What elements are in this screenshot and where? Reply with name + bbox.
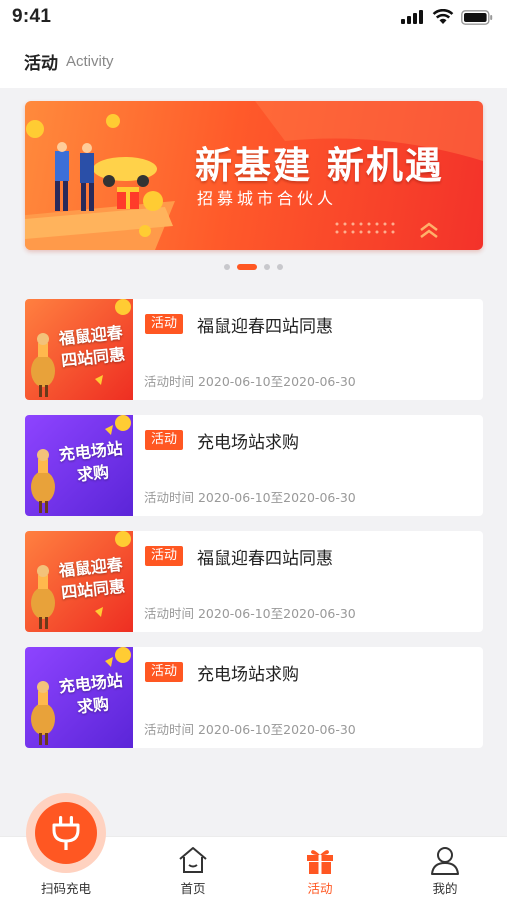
battery-icon: [461, 9, 493, 25]
activity-thumbnail: 福鼠迎春四站同惠: [25, 299, 133, 400]
status-time: 9:41: [12, 6, 52, 27]
banner-subtitle: 招募城市合伙人: [197, 189, 338, 208]
user-icon: [431, 847, 459, 875]
activity-tag: 活动: [145, 314, 184, 334]
banner-title: 新基建 新机遇: [195, 144, 444, 187]
activity-tag: 活动: [145, 546, 184, 566]
activity-card[interactable]: 充电场站求购 活动 充电场站求购 活动时间 2020-06-10至2020-06…: [25, 415, 483, 516]
home-icon: [179, 847, 207, 873]
plug-icon: [52, 816, 80, 850]
promo-banner[interactable]: 新基建 新机遇 招募城市合伙人: [25, 101, 483, 250]
activity-tag: 活动: [145, 662, 184, 682]
page-header: 活动 Activity: [0, 34, 507, 88]
pager-dot[interactable]: [277, 264, 283, 270]
tab-label: 扫码充电: [40, 881, 91, 896]
activity-tag: 活动: [145, 430, 184, 450]
activity-card[interactable]: 充电场站求购 活动 充电场站求购 活动时间 2020-06-10至2020-06…: [25, 647, 483, 748]
wifi-icon: [432, 9, 454, 24]
page-title: 活动: [24, 53, 58, 74]
status-icons: [401, 9, 493, 25]
activity-time: 活动时间 2020-06-10至2020-06-30: [144, 722, 356, 737]
thumbnail-caption: 充电场站求购: [57, 670, 124, 717]
status-bar: 9:41: [0, 0, 507, 34]
page-subtitle: Activity: [66, 52, 114, 70]
activity-time: 活动时间 2020-06-10至2020-06-30: [144, 606, 356, 621]
tab-label: 活动: [307, 881, 333, 896]
activity-card[interactable]: 福鼠迎春四站同惠 活动 福鼠迎春四站同惠 活动时间 2020-06-10至202…: [25, 531, 483, 632]
activity-time: 活动时间 2020-06-10至2020-06-30: [144, 374, 356, 389]
activity-card[interactable]: 福鼠迎春四站同惠 活动 福鼠迎春四站同惠 活动时间 2020-06-10至202…: [25, 299, 483, 400]
tab-label: 首页: [180, 881, 206, 896]
banner-decoration-icon: [335, 222, 438, 238]
tab-home[interactable]: 首页: [143, 837, 243, 900]
pager-dot[interactable]: [264, 264, 270, 270]
gift-icon: [307, 850, 333, 874]
thumbnail-caption: 充电场站求购: [57, 438, 124, 485]
activity-title: 福鼠迎春四站同惠: [197, 317, 333, 337]
activity-time: 活动时间 2020-06-10至2020-06-30: [144, 490, 356, 505]
activity-title: 充电场站求购: [197, 665, 299, 685]
tab-activity[interactable]: 活动: [270, 837, 370, 900]
thumbnail-caption: 福鼠迎春四站同惠: [57, 322, 126, 371]
activity-thumbnail: 充电场站求购: [25, 647, 133, 748]
pager-dot-active[interactable]: [237, 264, 257, 270]
scan-charge-button-core[interactable]: [35, 802, 97, 864]
banner-pager: [0, 264, 507, 270]
activity-title: 福鼠迎春四站同惠: [197, 549, 333, 569]
thumbnail-caption: 福鼠迎春四站同惠: [57, 554, 126, 603]
tab-mine[interactable]: 我的: [395, 837, 495, 900]
activity-title: 充电场站求购: [197, 433, 299, 453]
activity-thumbnail: 福鼠迎春四站同惠: [25, 531, 133, 632]
activity-thumbnail: 充电场站求购: [25, 415, 133, 516]
scan-charge-button[interactable]: [26, 793, 106, 873]
pager-dot[interactable]: [224, 264, 230, 270]
cellular-signal-icon: [401, 10, 423, 24]
tab-label: 我的: [432, 881, 458, 896]
